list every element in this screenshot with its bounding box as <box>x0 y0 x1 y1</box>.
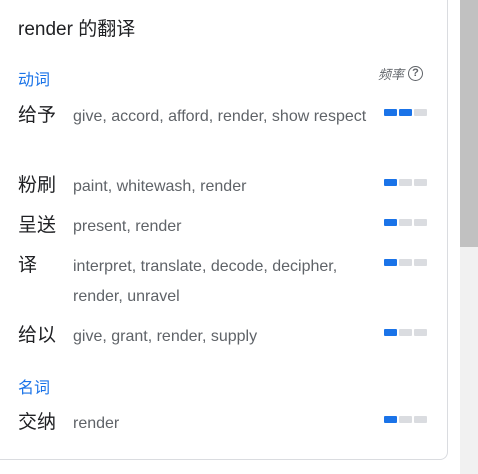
frequency-bar-empty <box>414 179 427 186</box>
frequency-bar-empty <box>414 259 427 266</box>
frequency-bar-empty <box>414 329 427 336</box>
entry-translations: render <box>73 415 120 432</box>
frequency-bars <box>384 416 427 423</box>
frequency-bar-filled <box>384 259 397 266</box>
frequency-bar-filled <box>399 109 412 116</box>
pos-label-noun: 名词 <box>18 380 51 397</box>
frequency-bars <box>384 259 427 266</box>
entry-translations: give, grant, render, supply <box>73 328 258 345</box>
frequency-bars <box>384 329 427 336</box>
entry-term: 译 <box>18 255 38 276</box>
translation-card: render 的翻译 动词 频率 ? 给予 give, accord, affo… <box>0 0 448 460</box>
frequency-bars <box>384 219 427 226</box>
scrollbar[interactable] <box>460 0 478 474</box>
frequency-bar-filled <box>384 179 397 186</box>
entry-term: 呈送 <box>18 215 57 236</box>
frequency-header: 频率 ? <box>378 64 423 83</box>
frequency-bar-empty <box>399 219 412 226</box>
pos-label-verb: 动词 <box>18 72 51 89</box>
frequency-bar-filled <box>384 329 397 336</box>
entry-translations: paint, whitewash, render <box>73 178 247 195</box>
entry-translations: present, render <box>73 218 182 235</box>
entry-translations: give, accord, afford, render, show respe… <box>73 108 367 125</box>
entry-term: 给以 <box>18 325 57 346</box>
frequency-bar-empty <box>399 179 412 186</box>
frequency-label: 频率 <box>377 67 404 82</box>
frequency-bar-filled <box>384 416 397 423</box>
frequency-bars <box>384 179 427 186</box>
frequency-bar-empty <box>399 416 412 423</box>
frequency-bars <box>384 109 427 116</box>
frequency-bar-empty <box>414 416 427 423</box>
frequency-bar-filled <box>384 109 397 116</box>
card-title: render 的翻译 <box>18 19 136 40</box>
frequency-bar-filled <box>384 219 397 226</box>
entry-term: 交纳 <box>18 412 57 433</box>
frequency-bar-empty <box>414 109 427 116</box>
frequency-bar-empty <box>399 329 412 336</box>
scrollbar-thumb[interactable] <box>460 0 478 247</box>
frequency-bar-empty <box>414 219 427 226</box>
frequency-bar-empty <box>399 259 412 266</box>
help-icon[interactable]: ? <box>408 66 423 81</box>
entry-translations: interpret, translate, decode, decipher, … <box>73 258 338 305</box>
entry-term: 粉刷 <box>18 175 57 196</box>
entry-term: 给予 <box>18 105 57 126</box>
